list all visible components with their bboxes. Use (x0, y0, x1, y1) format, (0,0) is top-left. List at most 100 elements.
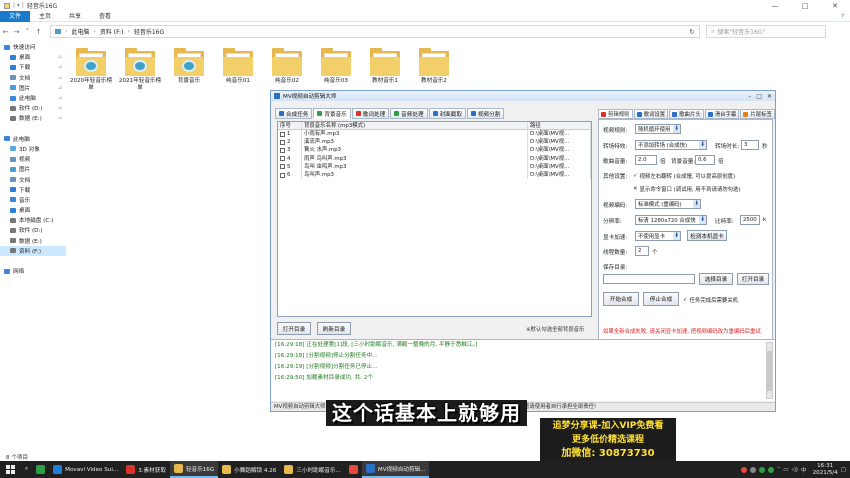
nav-item-2[interactable]: 下载 ⊿ (0, 62, 66, 72)
ribbon-tab-2[interactable]: 共享 (60, 11, 90, 22)
transition-select[interactable]: 不添加转场 (合成快) ⬇ (635, 140, 707, 150)
resolution-select[interactable]: 标清 1280x720 合成快 ⬇ (635, 215, 707, 225)
table-row[interactable]: 3 篝火 水声.mp3 D:\桌面\MV视... (278, 146, 591, 155)
tray-app-icon[interactable] (750, 466, 757, 473)
row-checkbox[interactable] (280, 156, 285, 162)
settings-tab-4[interactable]: 片尾标签 (740, 109, 775, 119)
nav-item-0[interactable]: 快速访问 (0, 42, 66, 52)
taskbar-item-5[interactable]: 三小时助眠音乐... (280, 461, 345, 478)
taskbar-search-icon[interactable]: ⌕ (21, 461, 32, 478)
flip-checkbox[interactable]: ✓ 视频左右翻转 (合成慢, 可以提高原创度) (633, 172, 735, 180)
settings-tab-3[interactable]: 滑台字幕 (704, 109, 740, 119)
nav-item-14[interactable]: 下载 (0, 185, 66, 195)
settings-open-dir-button[interactable]: 打开目录 (737, 273, 769, 285)
bg-volume-input[interactable]: 0.6 (695, 155, 715, 165)
nav-item-1[interactable]: 桌面 ⊿ (0, 52, 66, 62)
row-checkbox[interactable] (280, 164, 285, 170)
toolbar-tab-4[interactable]: 封面截取 (428, 108, 466, 119)
song-volume-input[interactable]: 2.0 (635, 155, 657, 165)
tray-wechat-icon[interactable] (759, 466, 766, 473)
breadcrumb-0[interactable]: 此电脑 (71, 27, 89, 36)
toolbar-tab-1[interactable]: 背景音乐 (313, 108, 351, 119)
nav-item-20[interactable]: 资料 (F:) (0, 245, 66, 256)
toolbar-tab-3[interactable]: 音频处理 (390, 108, 428, 119)
chevron-down-icon[interactable]: ˅ (22, 28, 33, 36)
table-row[interactable]: 5 鸟叫 虫鸣声.mp3 D:\桌面\MV视... (278, 162, 591, 171)
app-close-icon[interactable]: ✕ (767, 93, 772, 100)
breadcrumb-2[interactable]: 轻音乐16G (134, 27, 164, 36)
nav-item-11[interactable]: 视频 (0, 154, 66, 164)
tray-app-icon[interactable] (741, 466, 748, 473)
taskbar-item-4[interactable]: 小舞蹈解锁 4.26 (218, 461, 280, 478)
table-row[interactable]: 1 小雨有声.mp3 D:\桌面\MV视... (278, 130, 591, 139)
toolbar-tab-0[interactable]: 合成任务 (275, 108, 313, 119)
back-arrow-icon[interactable]: ← (0, 28, 11, 36)
shutdown-checkbox[interactable]: ✓ 任务完成后需要关机 (683, 296, 738, 304)
help-icon[interactable]: ? (841, 11, 844, 22)
taskbar-item-3[interactable]: 轻音乐16G (169, 461, 219, 478)
start-button-taskbar[interactable] (0, 461, 21, 478)
maximize-icon[interactable]: □ (790, 0, 820, 11)
folder-item[interactable]: 教材音乐2 (411, 48, 457, 85)
volume-icon[interactable]: ◁) (791, 467, 797, 473)
taskbar-item-2[interactable]: 3.素材获取 (122, 461, 170, 478)
folder-item[interactable]: 纯音乐01 (215, 48, 261, 85)
ime-indicator[interactable]: 中 (801, 466, 807, 474)
ribbon-tab-0[interactable]: 文件 (0, 10, 31, 22)
folder-item[interactable]: 教材音乐1 (362, 48, 408, 85)
nav-item-13[interactable]: 文档 (0, 174, 66, 184)
settings-tab-0[interactable]: 剪辑规则 (598, 109, 633, 119)
folder-item[interactable]: 纯音乐02 (264, 48, 310, 85)
console-checkbox[interactable]: ✕ 显示命令窗口 (调试用, 用不到请请勿勾选) (633, 185, 741, 193)
notification-icon[interactable]: ▢ (841, 467, 846, 473)
nav-item-22[interactable]: 网络 (0, 266, 66, 276)
address-bar[interactable]: › 此电脑 › 资料 (F:) › 轻音乐16G ↻ (50, 25, 700, 38)
minimize-icon[interactable]: — (760, 0, 790, 11)
refresh-dir-button[interactable]: 刷新目录 (317, 322, 351, 335)
ribbon-tab-3[interactable]: 查看 (90, 11, 120, 22)
folder-item[interactable]: 2020年轻音乐榜单 (68, 48, 114, 92)
row-checkbox[interactable] (280, 139, 285, 145)
row-checkbox[interactable] (280, 172, 285, 178)
taskbar-item-0[interactable] (32, 461, 49, 478)
nav-item-17[interactable]: 本地磁盘 (C:) (0, 215, 66, 225)
video-rule-select[interactable]: 随机循环使用 ⬇ (635, 124, 681, 134)
start-button[interactable]: 开始合成 (603, 292, 639, 306)
folder-item[interactable]: 纯音乐03 (313, 48, 359, 85)
threads-input[interactable]: 2 (635, 246, 649, 256)
nav-item-6[interactable]: 软件 (D:) ⊿ (0, 103, 66, 113)
toolbar-tab-5[interactable]: 视频分割 (466, 108, 505, 119)
nav-item-12[interactable]: 图片 (0, 164, 66, 174)
nav-item-4[interactable]: 图片 ⊿ (0, 83, 66, 93)
search-box[interactable]: ⌕ 搜索"轻音乐16G" (706, 25, 826, 38)
settings-tab-1[interactable]: 歌词设置 (633, 109, 669, 119)
nav-item-7[interactable]: 数据 (E:) ⊿ (0, 113, 66, 123)
gpu-detect-button[interactable]: 检测本机显卡 (687, 230, 727, 241)
nav-item-16[interactable]: 桌面 (0, 205, 66, 215)
log-scrollbar[interactable] (766, 342, 773, 399)
row-checkbox[interactable] (280, 147, 285, 153)
taskbar-item-1[interactable]: Movavi Video Sui... (49, 461, 122, 478)
nav-item-19[interactable]: 数据 (E:) (0, 236, 66, 246)
stop-button[interactable]: 停止合成 (643, 292, 679, 306)
chevron-up-icon[interactable]: ˄ (777, 467, 780, 473)
nav-item-15[interactable]: 音乐 (0, 195, 66, 205)
gpu-select[interactable]: 不使用显卡 ⬇ (635, 231, 681, 241)
close-icon[interactable]: ✕ (820, 0, 850, 11)
taskbar-item-6[interactable] (345, 461, 362, 478)
breadcrumb-1[interactable]: 资料 (F:) (100, 27, 124, 36)
network-icon[interactable]: ▭ (783, 467, 788, 473)
nav-item-3[interactable]: 文档 ⊿ (0, 73, 66, 83)
settings-tab-2[interactable]: 歌曲片头 (669, 109, 704, 119)
table-row[interactable]: 4 雨声 鸟叫声.mp3 D:\桌面\MV视... (278, 154, 591, 163)
choose-dir-button[interactable]: 选择目录 (699, 273, 733, 285)
tray-wechat-icon[interactable] (768, 466, 775, 473)
row-checkbox[interactable] (280, 131, 285, 137)
refresh-icon[interactable]: ↻ (689, 28, 695, 36)
bitrate-input[interactable]: 2500 (740, 215, 760, 225)
quick-access-toolbar[interactable]: | ▾ | (13, 2, 24, 9)
nav-item-9[interactable]: 此电脑 (0, 134, 66, 144)
app-minimize-icon[interactable]: – (748, 93, 751, 100)
toolbar-tab-2[interactable]: 歌词处理 (351, 108, 390, 119)
folder-item[interactable]: 背景音乐 (166, 48, 212, 85)
